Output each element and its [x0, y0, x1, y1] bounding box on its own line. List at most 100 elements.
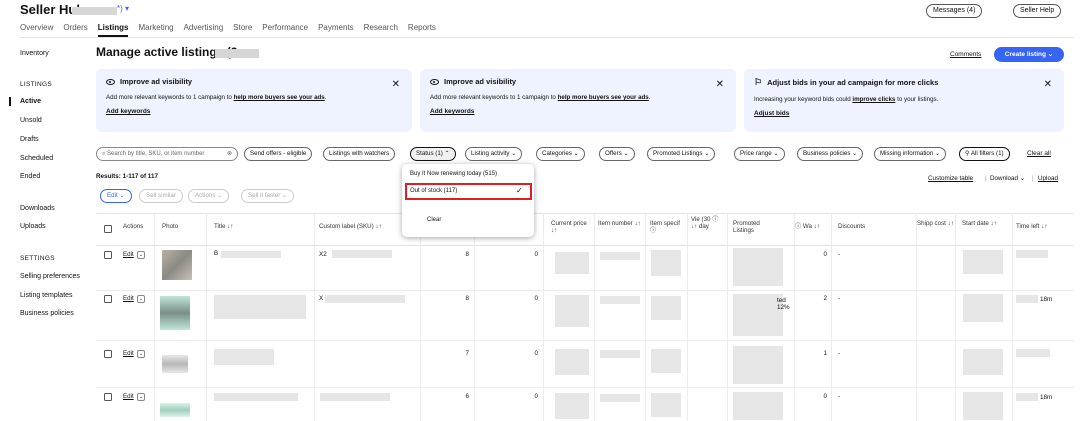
- send-offers-filter[interactable]: Send offers - eligible: [244, 147, 313, 161]
- product-photo[interactable]: [162, 355, 188, 373]
- nav-research[interactable]: Research: [364, 23, 398, 37]
- product-photo[interactable]: [160, 403, 190, 417]
- row-checkbox[interactable]: [104, 295, 112, 303]
- all-filters-button[interactable]: ⚲ All filters (1): [959, 147, 1010, 161]
- promoted-redacted: [733, 346, 783, 384]
- row-edit-link[interactable]: Edit: [123, 393, 134, 400]
- price-range-filter[interactable]: Price range ⌄: [734, 147, 785, 161]
- col-time-left[interactable]: Time left ↓↑: [1016, 223, 1047, 230]
- title-redacted[interactable]: [214, 349, 274, 365]
- row-checkbox[interactable]: [104, 350, 112, 358]
- status-option-buy-it-now[interactable]: Buy It Now renewing today (515): [410, 171, 497, 177]
- row-checkbox[interactable]: [104, 393, 112, 401]
- card-help-link[interactable]: improve clicks: [852, 96, 895, 103]
- missing-information-filter[interactable]: Missing information ⌄: [874, 147, 947, 161]
- nav-reports[interactable]: Reports: [408, 23, 436, 37]
- row-actions-dropdown[interactable]: ⌄: [137, 393, 145, 401]
- col-current-price[interactable]: Current price ↓↑: [551, 220, 591, 234]
- separator: |: [1032, 175, 1034, 182]
- row-actions-dropdown[interactable]: ⌄: [137, 295, 145, 303]
- seller-help-button[interactable]: Seller Help: [1013, 4, 1062, 18]
- promoted-listings-filter[interactable]: Promoted Listings ⌄: [647, 147, 716, 161]
- row-checkbox[interactable]: [104, 251, 112, 259]
- business-policies-filter[interactable]: Business policies ⌄: [797, 147, 864, 161]
- qty-available: 6: [465, 393, 469, 400]
- col-item-number[interactable]: Item number ↓↑: [598, 220, 642, 227]
- row-edit-link[interactable]: Edit: [123, 251, 134, 258]
- adjust-bids-link[interactable]: Adjust bids: [754, 110, 1054, 117]
- sell-similar-button[interactable]: Sell similar: [139, 189, 183, 203]
- add-keywords-link[interactable]: Add keywords: [106, 108, 402, 115]
- sidebar-item-uploads[interactable]: Uploads: [20, 223, 46, 230]
- item-number-redacted[interactable]: [600, 296, 640, 304]
- card-help-link[interactable]: help more buyers see your ads: [558, 94, 649, 101]
- nav-performance[interactable]: Performance: [262, 23, 308, 37]
- status-filter[interactable]: Status (1) ⌃: [410, 147, 456, 161]
- start-date-redacted: [963, 392, 1003, 420]
- product-photo[interactable]: [162, 250, 192, 280]
- col-views[interactable]: Vie (30 ⓘ ↓↑ day: [691, 216, 725, 230]
- status-clear-button[interactable]: Clear: [427, 217, 441, 223]
- close-icon[interactable]: ✕: [716, 79, 724, 90]
- title-redacted[interactable]: [214, 295, 306, 319]
- specifics-redacted: [651, 349, 681, 373]
- nav-store[interactable]: Store: [233, 23, 252, 37]
- watchers-filter[interactable]: Listings with watchers: [323, 147, 396, 161]
- row-actions-dropdown[interactable]: ⌄: [137, 350, 145, 358]
- actions-button[interactable]: Actions ⌄: [188, 189, 230, 203]
- close-icon[interactable]: ✕: [392, 79, 400, 90]
- sell-it-faster-button[interactable]: Sell it faster ⌄: [241, 189, 295, 203]
- row-edit-link[interactable]: Edit: [123, 350, 134, 357]
- comments-link[interactable]: Comments: [950, 51, 981, 58]
- product-photo[interactable]: [160, 296, 190, 330]
- nav-overview[interactable]: Overview: [20, 23, 53, 37]
- search-input[interactable]: ⌕ Search by title, SKU, or item number ⊗: [96, 147, 238, 161]
- nav-listings[interactable]: Listings: [97, 23, 129, 37]
- col-watchers[interactable]: ⓘ Wa ↓↑: [795, 223, 820, 230]
- customize-table-link[interactable]: Customize table: [928, 175, 973, 182]
- messages-button[interactable]: Messages (4): [926, 4, 983, 18]
- download-menu[interactable]: Download ⌄: [990, 175, 1025, 182]
- sidebar-item-selling-preferences[interactable]: Selling preferences: [20, 273, 80, 280]
- col-item-specifics[interactable]: Item specif ⓘ: [650, 220, 686, 234]
- create-listing-button[interactable]: Create listing ⌄: [994, 47, 1064, 62]
- sidebar-item-ended[interactable]: Ended: [20, 173, 40, 180]
- title-redacted[interactable]: [214, 393, 298, 401]
- status-option-out-of-stock[interactable]: Out of stock (117): [410, 188, 457, 194]
- clear-all-link[interactable]: Clear all: [1027, 150, 1051, 157]
- add-keywords-link[interactable]: Add keywords: [430, 108, 726, 115]
- card-help-link[interactable]: help more buyers see your ads: [234, 94, 325, 101]
- clear-search-icon[interactable]: ⊗: [227, 148, 232, 160]
- row-actions-dropdown[interactable]: ⌄: [137, 251, 145, 259]
- sidebar-item-unsold[interactable]: Unsold: [20, 117, 42, 124]
- nav-orders[interactable]: Orders: [63, 23, 87, 37]
- nav-payments[interactable]: Payments: [318, 23, 354, 37]
- col-title[interactable]: Title ↓↑: [214, 223, 233, 230]
- categories-filter[interactable]: Categories ⌄: [536, 147, 585, 161]
- col-custom-label[interactable]: Custom label (SKU) ↓↑: [319, 223, 382, 230]
- nav-marketing[interactable]: Marketing: [138, 23, 173, 37]
- sidebar-item-scheduled[interactable]: Scheduled: [20, 155, 53, 162]
- store-switcher[interactable]: *) ▾: [117, 4, 129, 13]
- listing-activity-filter[interactable]: Listing activity ⌄: [465, 147, 523, 161]
- sidebar-inventory[interactable]: Inventory: [20, 50, 49, 57]
- close-icon[interactable]: ✕: [1044, 79, 1052, 90]
- upload-link[interactable]: Upload: [1038, 175, 1058, 182]
- sidebar-item-listing-templates[interactable]: Listing templates: [20, 292, 73, 299]
- sidebar-item-active[interactable]: Active: [20, 98, 41, 105]
- sidebar-item-drafts[interactable]: Drafts: [20, 136, 39, 143]
- col-promoted-listings[interactable]: Promoted Listings: [733, 220, 775, 234]
- item-number-redacted[interactable]: [600, 350, 640, 358]
- select-all-checkbox[interactable]: [104, 225, 112, 233]
- sidebar-item-business-policies[interactable]: Business policies: [20, 310, 74, 317]
- sidebar-item-downloads[interactable]: Downloads: [20, 205, 55, 212]
- nav-advertising[interactable]: Advertising: [184, 23, 224, 37]
- offers-filter[interactable]: Offers ⌄: [599, 147, 635, 161]
- title-redacted[interactable]: [221, 251, 281, 258]
- row-edit-link[interactable]: Edit: [123, 295, 134, 302]
- edit-bulk-button[interactable]: Edit ⌄: [100, 189, 132, 203]
- col-shipping-cost[interactable]: Shipp cost ↓↑: [917, 220, 955, 227]
- item-number-redacted[interactable]: [600, 394, 640, 402]
- col-start-date[interactable]: Start date ↓↑: [962, 220, 1008, 227]
- item-number-redacted[interactable]: [600, 252, 640, 260]
